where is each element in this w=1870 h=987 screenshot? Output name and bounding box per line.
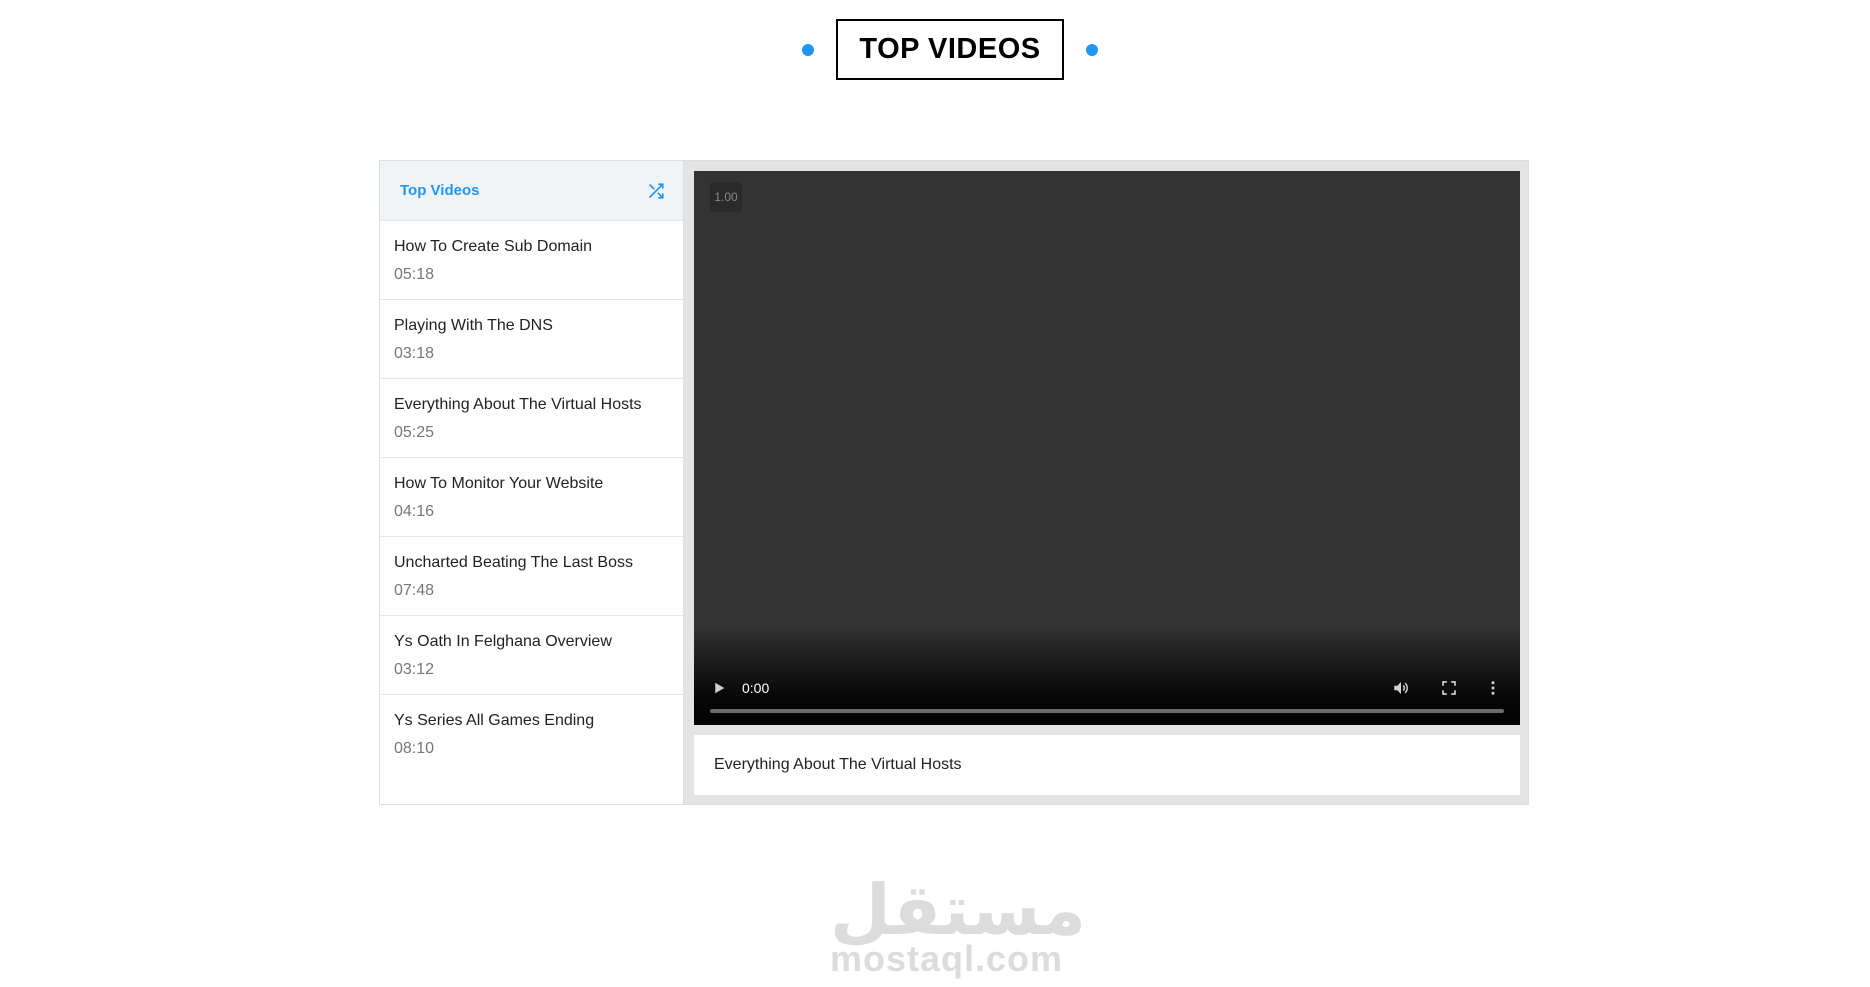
video-duration: 03:12 (394, 661, 435, 678)
right-dot-decoration (1085, 43, 1098, 56)
section-heading: TOP VIDEOS (0, 19, 1870, 80)
playlist-item[interactable]: Everything About The Virtual Hosts 05:25 (380, 379, 683, 458)
playlist-item[interactable]: Ys Series All Games Ending 08:10 (380, 695, 683, 774)
shuffle-icon[interactable] (647, 182, 665, 200)
video-title: How To Create Sub Domain (394, 238, 593, 255)
volume-icon[interactable] (1391, 679, 1411, 697)
video-title: How To Monitor Your Website (394, 475, 604, 492)
video-title: Everything About The Virtual Hosts (394, 396, 642, 413)
fullscreen-icon[interactable] (1440, 679, 1458, 697)
watermark-latin: mostaql.com (830, 938, 1064, 979)
video-duration: 07:48 (394, 582, 435, 599)
page: TOP VIDEOS Top Videos How To Create Sub … (0, 0, 1870, 987)
watermark-arabic: مستقل (830, 869, 1087, 951)
playlist-title: Top Videos (400, 182, 480, 199)
more-vert-icon[interactable] (1488, 679, 1498, 697)
video-title: Uncharted Beating The Last Boss (394, 554, 633, 571)
video-gallery: Top Videos How To Create Sub Domain 05:1… (379, 160, 1529, 805)
video-duration: 08:10 (394, 740, 435, 757)
playlist-item[interactable]: How To Monitor Your Website 04:16 (380, 458, 683, 537)
video-duration: 03:18 (394, 345, 435, 362)
watermark-logo: مستقل mostaql.com (830, 869, 1087, 979)
playback-speed-badge[interactable]: 1.00 (710, 182, 742, 212)
player-controls: 0:00 (694, 665, 1520, 725)
playlist-sidebar: Top Videos How To Create Sub Domain 05:1… (380, 161, 684, 804)
now-playing-title: Everything About The Virtual Hosts (714, 756, 962, 773)
left-dot-decoration (802, 43, 815, 56)
current-time: 0:00 (742, 680, 770, 696)
video-player[interactable]: 1.00 0:00 (694, 171, 1520, 725)
video-duration: 04:16 (394, 503, 435, 520)
playlist-item[interactable]: How To Create Sub Domain 05:18 (380, 221, 683, 300)
progress-bar[interactable] (710, 709, 1504, 713)
playlist-item[interactable]: Uncharted Beating The Last Boss 07:48 (380, 537, 683, 616)
playlist-item[interactable]: Playing With The DNS 03:18 (380, 300, 683, 379)
play-icon[interactable] (710, 679, 728, 697)
now-playing-caption: Everything About The Virtual Hosts (694, 735, 1520, 795)
video-title: Ys Oath In Felghana Overview (394, 633, 612, 650)
video-duration: 05:25 (394, 424, 435, 441)
playlist-header: Top Videos (380, 161, 683, 221)
playlist-item[interactable]: Ys Oath In Felghana Overview 03:12 (380, 616, 683, 695)
video-duration: 05:18 (394, 266, 435, 283)
section-title: TOP VIDEOS (836, 19, 1064, 80)
video-title: Playing With The DNS (394, 317, 553, 334)
video-title: Ys Series All Games Ending (394, 712, 595, 729)
